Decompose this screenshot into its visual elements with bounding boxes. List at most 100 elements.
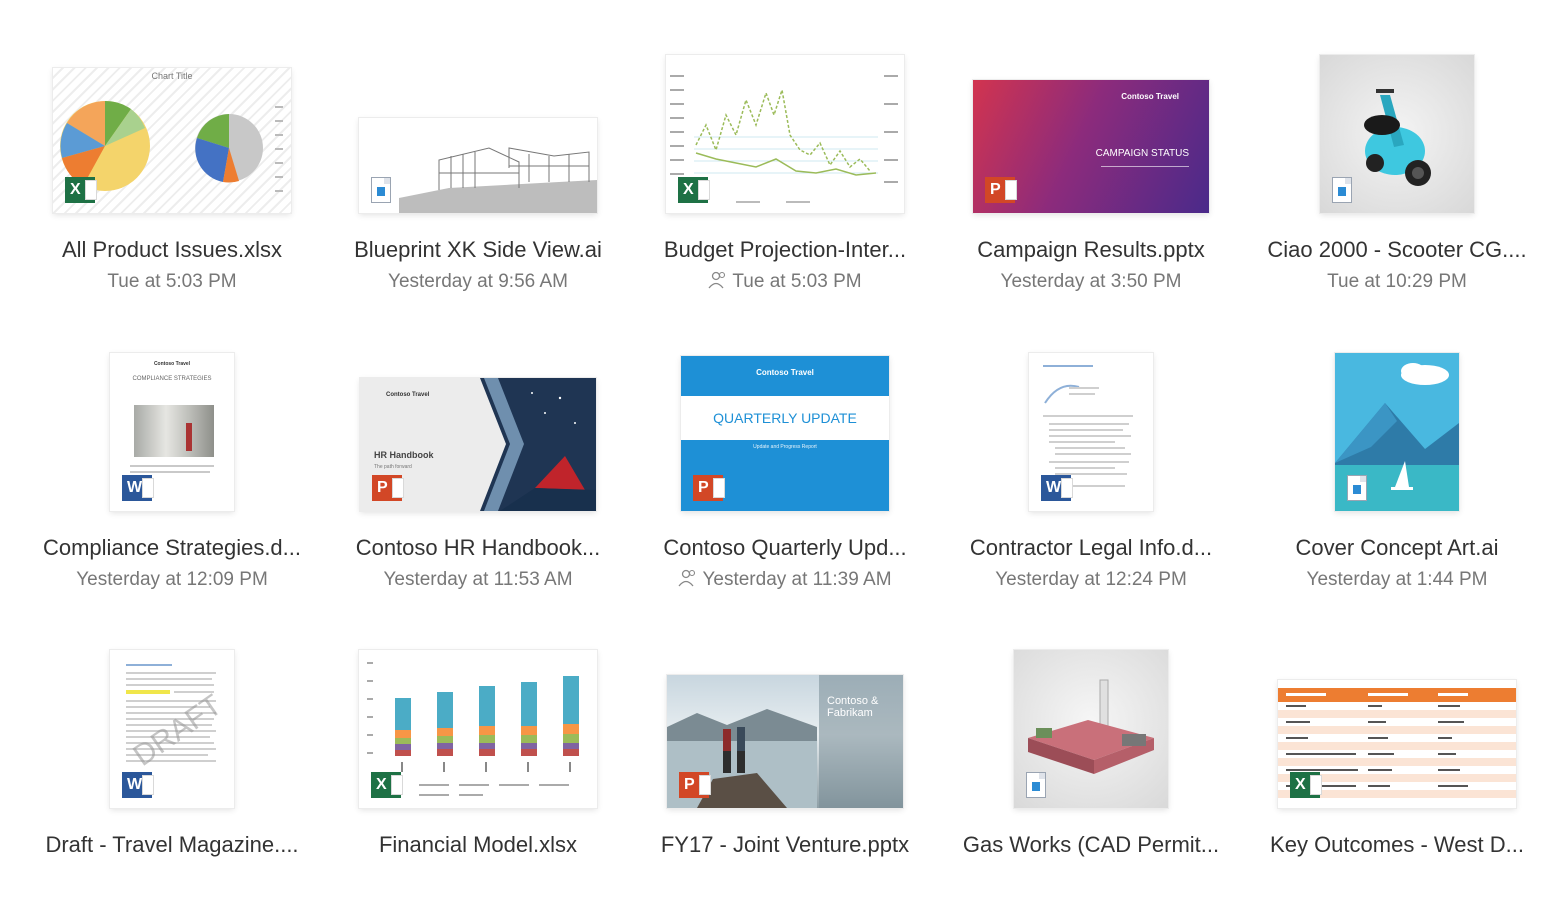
hr-subtitle: The path forward (374, 464, 412, 470)
quarterly-title: QUARTERLY UPDATE (713, 410, 857, 426)
excel-icon: X (65, 177, 97, 203)
thumbnail-area: X (640, 25, 930, 215)
word-icon: W (122, 475, 154, 501)
document-icon (1332, 177, 1352, 203)
file-tile[interactable]: Contoso & Fabrikam P FY17 - Joint Ventur… (640, 620, 930, 900)
word-compliance-thumbnail: Contoso Travel COMPLIANCE STRATEGIES W (110, 353, 234, 511)
modified-text: Tue at 10:29 PM (1327, 271, 1467, 292)
modified-text: Yesterday at 11:53 AM (383, 569, 573, 590)
file-tile[interactable]: Contoso Travel QUARTERLY UPDATE Update a… (640, 323, 930, 603)
blueprint-thumbnail (359, 118, 597, 213)
modified-text: Yesterday at 3:50 PM (1000, 271, 1182, 292)
file-modified: Tue at 5:03 PM (27, 271, 317, 293)
file-name: Draft - Travel Magazine.... (45, 832, 299, 857)
file-tile[interactable]: Contoso Travel CAMPAIGN STATUS P Campaig… (946, 25, 1236, 305)
file-name: Budget Projection-Inter... (663, 237, 907, 262)
powerpoint-icon: P (985, 177, 1017, 203)
file-modified: Yesterday at 1:44 PM (1252, 569, 1542, 591)
file-modified: Tue at 5:03 PM (640, 271, 930, 293)
cad-thumbnail (1014, 650, 1168, 808)
cover-art-thumbnail (1335, 353, 1459, 511)
fy17-brand: Contoso & Fabrikam (827, 695, 879, 719)
file-modified: Yesterday at 11:53 AM (333, 569, 623, 591)
file-name: FY17 - Joint Venture.pptx (660, 832, 910, 857)
file-name: All Product Issues.xlsx (61, 237, 283, 262)
file-tile[interactable]: X Key Outcomes - West D... (1252, 620, 1542, 900)
word-contractor-thumbnail: W (1029, 353, 1153, 511)
file-modified: Yesterday at 11:39 AM (640, 569, 930, 591)
thumbnail-area: DRAFT W (27, 620, 317, 810)
compliance-brand: Contoso Travel (153, 361, 191, 367)
word-draft-thumbnail: DRAFT W (110, 650, 234, 808)
thumbnail-area (1252, 323, 1542, 513)
document-icon (1347, 475, 1367, 501)
modified-text: Yesterday at 12:24 PM (995, 569, 1187, 590)
file-modified: Yesterday at 3:50 PM (946, 271, 1236, 293)
file-tile[interactable]: X Budget Projection-Inter... Tue at 5:03… (640, 25, 930, 305)
quarterly-subtitle: Update and Progress Report (753, 444, 817, 450)
file-modified: Yesterday at 12:24 PM (946, 569, 1236, 591)
hallway-photo (134, 405, 214, 457)
file-name: Campaign Results.pptx (977, 237, 1205, 262)
modified-text: Yesterday at 9:56 AM (388, 271, 568, 292)
modified-text: Tue at 5:03 PM (732, 271, 862, 292)
file-tile[interactable]: DRAFT W Draft - Travel Magazine.... (27, 620, 317, 900)
building-sketch (399, 147, 597, 213)
word-icon: W (122, 772, 154, 798)
file-tile[interactable]: Contoso Travel COMPLIANCE STRATEGIES W C… (27, 323, 317, 603)
file-tile[interactable]: Ciao 2000 - Scooter CG.... Tue at 10:29 … (1252, 25, 1542, 305)
thumbnail-area: Contoso Travel QUARTERLY UPDATE Update a… (640, 323, 930, 513)
thumbnail-area: X (333, 620, 623, 810)
file-modified: Yesterday at 12:09 PM (27, 569, 317, 591)
excel-bar-chart-thumbnail: X (359, 650, 597, 808)
file-tile[interactable]: W Contractor Legal Info.d... Yesterday a… (946, 323, 1236, 603)
file-tile[interactable]: Contoso Travel HR Handbook The path forw… (333, 323, 623, 603)
document-icon (371, 177, 391, 203)
excel-pie-chart-thumbnail: Chart Title X (53, 68, 291, 213)
thumbnail-area (333, 25, 623, 215)
powerpoint-campaign-thumbnail: Contoso Travel CAMPAIGN STATUS P (973, 80, 1209, 213)
document-icon (1026, 772, 1046, 798)
campaign-title: CAMPAIGN STATUS (1095, 148, 1189, 159)
file-tile[interactable]: Blueprint XK Side View.ai Yesterday at 9… (333, 25, 623, 305)
thumbnail-area: Contoso Travel COMPLIANCE STRATEGIES W (27, 323, 317, 513)
quarterly-brand: Contoso Travel (756, 368, 814, 377)
file-modified: Tue at 10:29 PM (1252, 271, 1542, 293)
compliance-title: COMPLIANCE STRATEGIES (132, 376, 212, 382)
file-tile[interactable]: Cover Concept Art.ai Yesterday at 1:44 P… (1252, 323, 1542, 603)
powerpoint-icon: P (679, 772, 711, 798)
powerpoint-icon: P (693, 475, 725, 501)
file-modified: Yesterday at 9:56 AM (333, 271, 623, 293)
file-name: Contractor Legal Info.d... (969, 535, 1213, 560)
file-name: Contoso HR Handbook... (355, 535, 601, 560)
powerpoint-hr-thumbnail: Contoso Travel HR Handbook The path forw… (360, 378, 596, 511)
file-name: Cover Concept Art.ai (1295, 535, 1499, 560)
file-name: Contoso Quarterly Upd... (663, 535, 907, 560)
hr-title: HR Handbook (374, 450, 434, 460)
file-name: Gas Works (CAD Permit... (962, 832, 1220, 857)
modified-text: Yesterday at 1:44 PM (1306, 569, 1488, 590)
hr-brand: Contoso Travel (386, 392, 430, 398)
excel-table-thumbnail: X (1278, 680, 1516, 808)
file-name: Blueprint XK Side View.ai (354, 237, 602, 262)
excel-icon: X (371, 772, 403, 798)
file-tile[interactable]: Chart Title X All Product Issues.xlsx Tu… (27, 25, 317, 305)
powerpoint-fy17-thumbnail: Contoso & Fabrikam P (667, 675, 903, 808)
excel-icon: X (678, 177, 710, 203)
thumbnail-area: Contoso Travel HR Handbook The path forw… (333, 323, 623, 513)
thumbnail-area (946, 620, 1236, 810)
thumbnail-area: X (1252, 620, 1542, 810)
campaign-brand: Contoso Travel (1121, 92, 1179, 101)
thumbnail-area (1252, 25, 1542, 215)
shared-people-icon (678, 569, 696, 587)
excel-line-chart-thumbnail: X (666, 55, 904, 213)
file-tile[interactable]: Gas Works (CAD Permit... (946, 620, 1236, 900)
file-tile[interactable]: X Financial Model.xlsx (333, 620, 623, 900)
powerpoint-icon: P (372, 475, 404, 501)
file-name: Compliance Strategies.d... (42, 535, 302, 560)
subtitle-line (1101, 166, 1189, 167)
shared-people-icon (708, 271, 726, 289)
thumbnail-area: Contoso & Fabrikam P (640, 620, 930, 810)
word-icon: W (1041, 475, 1073, 501)
modified-text: Yesterday at 12:09 PM (76, 569, 268, 590)
